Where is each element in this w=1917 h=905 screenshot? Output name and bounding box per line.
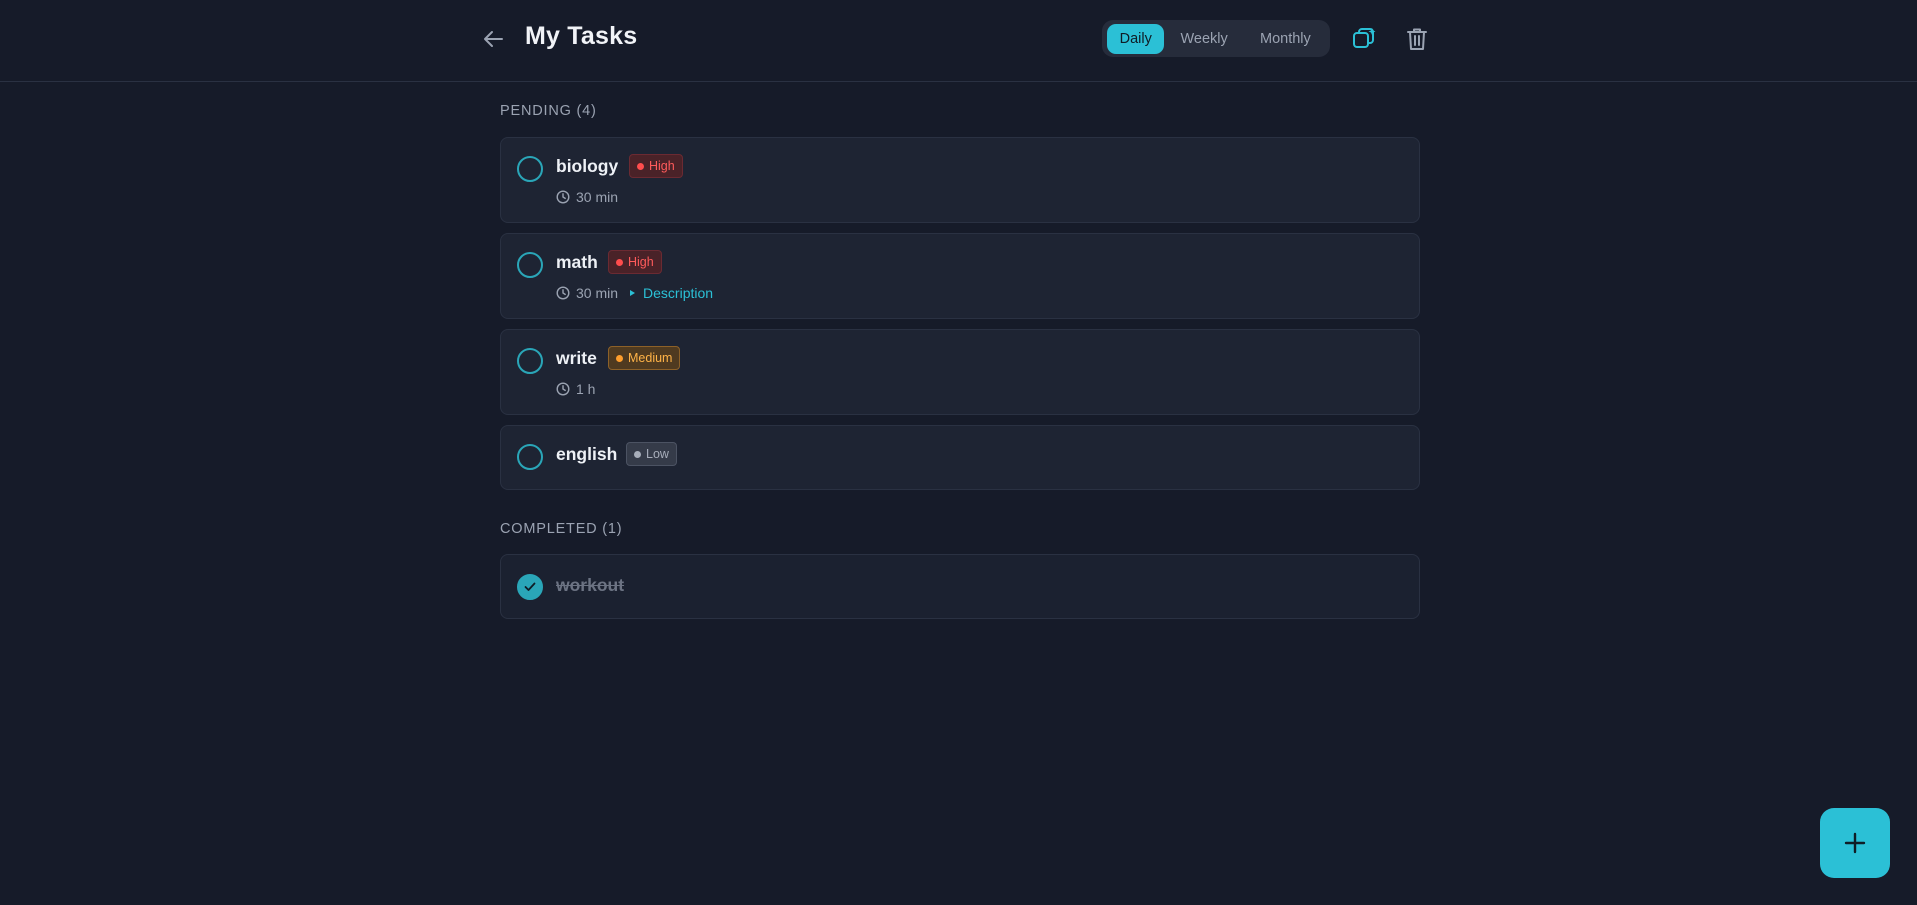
clock-icon <box>556 382 570 396</box>
priority-label: Medium <box>628 351 673 365</box>
description-toggle[interactable]: Description <box>630 285 713 301</box>
completed-section-label: COMPLETED (1) <box>500 521 623 537</box>
back-button[interactable] <box>478 26 508 52</box>
priority-badge: Medium <box>608 346 681 370</box>
trash-icon <box>1407 28 1427 50</box>
description-label: Description <box>643 285 714 301</box>
task-checkbox[interactable] <box>517 348 543 374</box>
task-duration: 30 min <box>576 285 619 301</box>
tab-daily[interactable]: Daily <box>1107 23 1165 54</box>
task-checkbox[interactable] <box>517 444 543 470</box>
task-checkbox-checked[interactable] <box>517 574 543 600</box>
delete-button[interactable] <box>1402 24 1432 54</box>
task-meta: 1 h <box>556 380 595 398</box>
app-header: My Tasks Daily Weekly Monthly <box>0 0 1917 82</box>
task-card-english[interactable]: english Low <box>500 425 1420 490</box>
caret-right-icon <box>630 290 636 296</box>
task-meta: 30 min <box>556 188 618 206</box>
task-card-biology[interactable]: biology High 30 min <box>500 137 1420 223</box>
priority-dot <box>634 450 641 458</box>
task-title: english <box>556 444 618 464</box>
task-duration: 1 h <box>576 381 596 397</box>
tab-weekly[interactable]: Weekly <box>1164 24 1243 54</box>
generate-tasks-button[interactable] <box>1349 24 1379 54</box>
page-title: My Tasks <box>525 22 638 50</box>
task-title: biology <box>556 156 619 176</box>
task-meta: 30 min Description <box>556 284 713 302</box>
task-checkbox[interactable] <box>517 156 543 182</box>
sparkle-copy-icon <box>1353 28 1376 48</box>
priority-badge: High <box>608 250 662 274</box>
tab-monthly[interactable]: Monthly <box>1244 24 1327 54</box>
task-title: write <box>556 348 597 368</box>
check-icon <box>524 582 536 591</box>
task-card-math[interactable]: math High 30 min Description <box>500 233 1420 319</box>
clock-icon <box>556 286 570 300</box>
priority-dot <box>616 258 623 266</box>
priority-label: Low <box>646 447 669 461</box>
pending-section-label: PENDING (4) <box>500 103 597 119</box>
priority-badge: High <box>629 154 683 178</box>
task-duration: 30 min <box>576 189 619 205</box>
plus-icon <box>1844 832 1866 854</box>
task-title: math <box>556 252 598 272</box>
priority-label: High <box>649 159 675 173</box>
priority-dot <box>637 162 644 170</box>
period-selector: Daily Weekly Monthly <box>1102 20 1330 57</box>
priority-badge: Low <box>626 442 677 466</box>
clock-icon <box>556 190 570 204</box>
priority-label: High <box>628 255 654 269</box>
add-task-button[interactable] <box>1820 808 1890 878</box>
task-card-workout[interactable]: workout <box>500 554 1420 619</box>
task-card-write[interactable]: write Medium 1 h <box>500 329 1420 415</box>
task-checkbox[interactable] <box>517 252 543 278</box>
task-title: workout <box>556 575 625 595</box>
priority-dot <box>616 354 623 362</box>
arrow-left-icon <box>484 31 503 47</box>
